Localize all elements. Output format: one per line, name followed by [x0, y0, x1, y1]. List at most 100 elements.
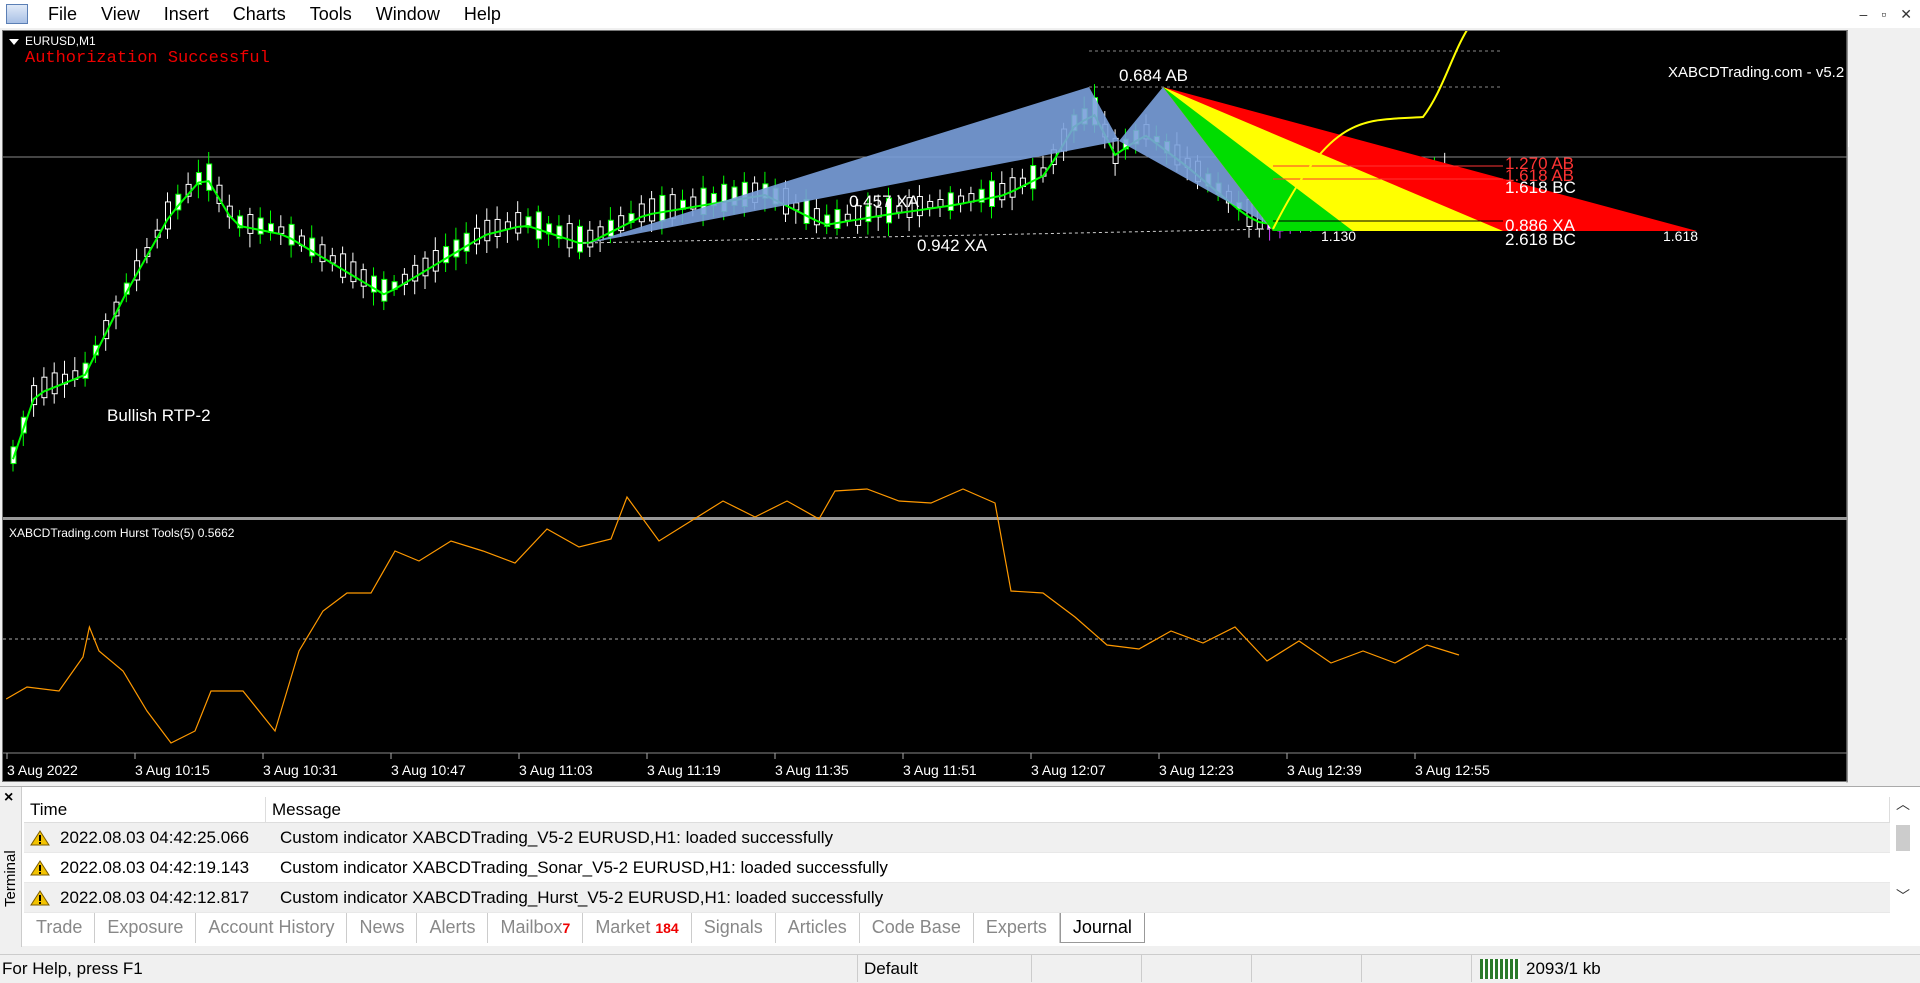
column-time[interactable]: Time — [24, 797, 266, 822]
tab-exposure[interactable]: Exposure — [95, 913, 197, 943]
status-profile: Default — [858, 955, 1032, 982]
candle-body — [999, 183, 1006, 201]
candle-body — [659, 194, 666, 222]
log-time: 2022.08.03 04:42:12.817 — [60, 887, 250, 907]
candle-body — [587, 229, 594, 248]
time-tick-label: 3 Aug 12:23 — [1159, 762, 1234, 778]
mailbox-badge: 7 — [562, 920, 571, 936]
price-chart[interactable]: 1.019651.018991.018351.017701.017051.016… — [3, 31, 1849, 783]
terminal-sidebar: × Terminal — [0, 787, 22, 947]
candle-body — [278, 226, 285, 234]
menu-charts[interactable]: Charts — [221, 0, 298, 28]
chart-window[interactable]: 1.019651.018991.018351.017701.017051.016… — [2, 30, 1849, 783]
candle-body — [927, 200, 934, 209]
tab-mailbox[interactable]: Mailbox7 — [488, 913, 584, 943]
terminal-tabs: Trade Exposure Account History News Aler… — [24, 913, 1890, 943]
candle-body — [51, 372, 58, 395]
log-message: Custom indicator XABCDTrading_Sonar_V5-2… — [280, 857, 888, 877]
log-time: 2022.08.03 04:42:25.066 — [60, 827, 250, 847]
candle-body — [453, 239, 460, 258]
tab-account-history[interactable]: Account History — [196, 913, 348, 943]
candle-body — [834, 209, 841, 229]
brand-label: XABCDTrading.com - v5.2 — [1668, 64, 1844, 81]
tab-news[interactable]: News — [347, 913, 418, 943]
time-tick-label: 3 Aug 10:31 — [263, 762, 338, 778]
log-row[interactable]: 2022.08.03 04:42:19.143 Custom indicator… — [24, 853, 1890, 883]
fib-label-xa-mid: 0.457 XA — [849, 192, 920, 211]
time-tick-label: 3 Aug 11:51 — [903, 762, 977, 778]
status-traffic: 2093/1 kb — [1472, 955, 1601, 982]
tab-code-base[interactable]: Code Base — [860, 913, 974, 943]
menu-tools[interactable]: Tools — [298, 0, 364, 28]
restore-icon[interactable]: ▫ — [1881, 0, 1886, 28]
tab-market[interactable]: Market 184 — [583, 913, 692, 943]
candle-body — [515, 212, 522, 234]
tab-articles[interactable]: Articles — [776, 913, 860, 943]
tab-signals[interactable]: Signals — [692, 913, 776, 943]
fib-label-xa-low: 0.942 XA — [917, 236, 988, 255]
menu-help[interactable]: Help — [452, 0, 513, 28]
time-tick-label: 3 Aug 2022 — [7, 762, 78, 778]
status-cell — [1142, 955, 1252, 982]
tab-alerts[interactable]: Alerts — [417, 913, 489, 943]
fib-label-2618-bc: 2.618 BC — [1505, 230, 1576, 249]
connection-bars-icon — [1480, 958, 1520, 979]
close-icon[interactable]: ✕ — [1900, 0, 1912, 28]
close-icon[interactable]: × — [4, 789, 13, 807]
log-row[interactable]: 2022.08.03 04:42:12.817 Custom indicator… — [24, 883, 1890, 913]
candle-body — [41, 376, 48, 399]
candle-body — [422, 257, 429, 277]
warning-icon — [30, 889, 50, 905]
column-message[interactable]: Message — [266, 797, 1890, 822]
candle-body — [989, 180, 995, 207]
panel-separator — [3, 517, 1847, 520]
time-tick-label: 3 Aug 12:55 — [1415, 762, 1490, 778]
time-tick-label: 3 Aug 12:07 — [1031, 762, 1106, 778]
scroll-thumb — [1896, 825, 1910, 851]
candle-body — [535, 211, 542, 240]
fib-label-ab: 0.684 AB — [1119, 66, 1188, 85]
time-tick-label: 3 Aug 10:47 — [391, 762, 466, 778]
terminal-header: Time Message — [24, 797, 1890, 823]
app-icon[interactable] — [6, 4, 28, 24]
candle-body — [463, 232, 470, 252]
menu-insert[interactable]: Insert — [152, 0, 221, 28]
status-cell — [1032, 955, 1142, 982]
candle-body — [350, 261, 357, 283]
time-tick-label: 3 Aug 10:15 — [135, 762, 210, 778]
menu-window[interactable]: Window — [364, 0, 452, 28]
candle-body — [1009, 177, 1016, 198]
candle-body — [803, 199, 810, 225]
tab-experts[interactable]: Experts — [974, 913, 1060, 943]
terminal-panel: × Terminal Time Message 2022.08.03 04:42… — [0, 786, 1920, 947]
candle-body — [937, 199, 944, 208]
candle-body — [638, 203, 645, 223]
candle-body — [844, 213, 851, 221]
fib-label-1618: 1.618 — [1663, 228, 1698, 244]
menu-view[interactable]: View — [89, 0, 152, 28]
tab-trade[interactable]: Trade — [24, 913, 96, 943]
log-message: Custom indicator XABCDTrading_V5-2 EURUS… — [280, 827, 834, 847]
candle-body — [288, 223, 295, 246]
minimize-icon[interactable]: – — [1860, 0, 1868, 28]
auth-message: Authorization Successful — [25, 49, 270, 68]
status-bar: For Help, press F1 Default 2093/1 kb — [0, 954, 1920, 982]
menu-file[interactable]: File — [36, 0, 89, 28]
tab-journal[interactable]: Journal — [1059, 913, 1145, 943]
terminal-scrollbar[interactable]: ︿ ﹀ — [1892, 795, 1914, 905]
time-tick-label: 3 Aug 11:19 — [647, 762, 721, 778]
candle-body — [247, 214, 254, 234]
time-tick-label: 3 Aug 11:35 — [775, 762, 849, 778]
log-row[interactable]: 2022.08.03 04:42:25.066 Custom indicator… — [24, 823, 1890, 853]
candle-body — [432, 250, 439, 272]
window-controls: – ▫ ✕ — [1860, 0, 1913, 28]
warning-icon — [30, 829, 50, 845]
candle-body — [566, 223, 573, 249]
menu-bar: File View Insert Charts Tools Window Hel… — [0, 0, 1920, 28]
candle-body — [257, 217, 264, 235]
candle-body — [649, 198, 656, 222]
status-cell — [1362, 955, 1472, 982]
current-price-box — [1848, 130, 1849, 147]
terminal-label: Terminal — [2, 850, 19, 907]
candle-body — [484, 219, 491, 242]
